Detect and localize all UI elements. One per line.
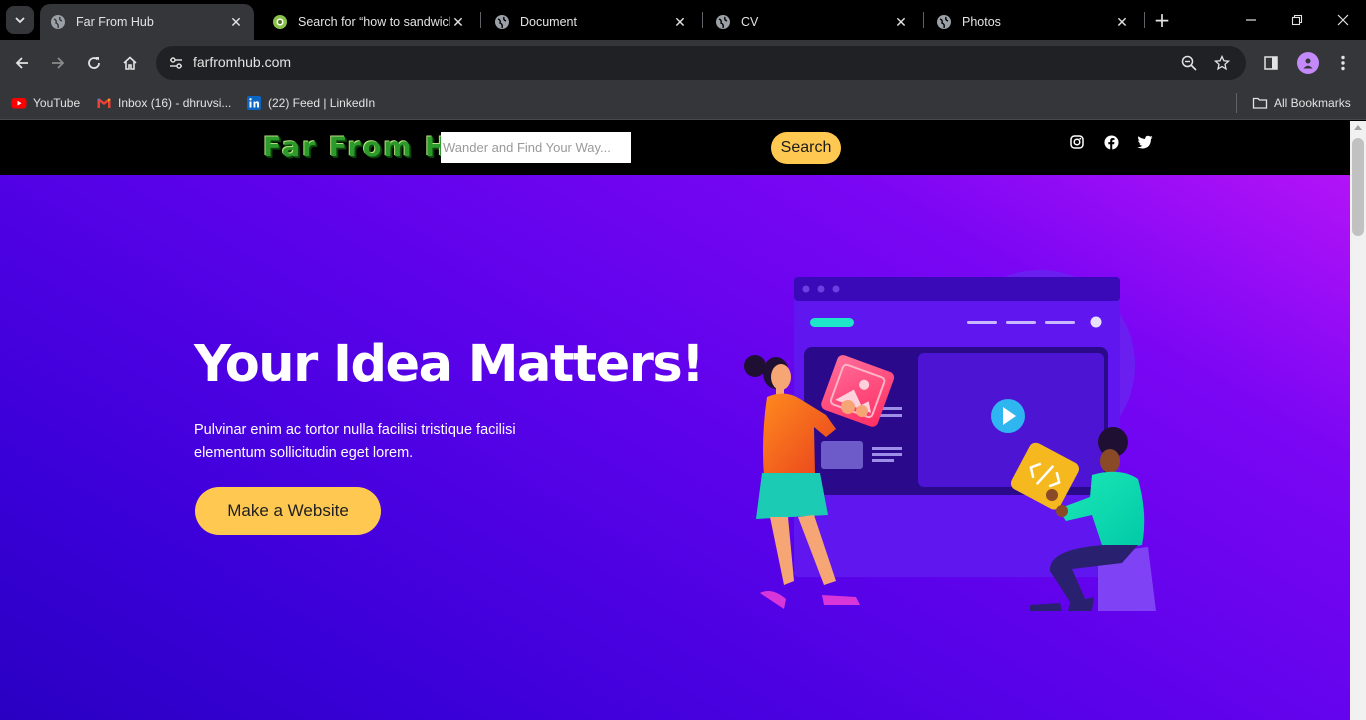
arrow-right-icon bbox=[52, 57, 65, 69]
url-text[interactable]: farfromhub.com bbox=[193, 54, 291, 70]
tab-far-from-hub[interactable]: Far From Hub ✕ bbox=[40, 4, 254, 40]
bookmark-label: Inbox (16) - dhruvsi... bbox=[118, 96, 232, 110]
close-tab-icon[interactable]: ✕ bbox=[228, 14, 244, 30]
tab-divider bbox=[702, 12, 703, 28]
tab-title: CV bbox=[741, 15, 759, 29]
close-tab-icon[interactable]: ✕ bbox=[450, 14, 466, 30]
browser-toolbar: farfromhub.com bbox=[0, 40, 1366, 86]
star-icon bbox=[1214, 55, 1230, 71]
page-viewport: Far From Hub Search Your Idea Matters! P… bbox=[0, 121, 1350, 720]
tab-search[interactable]: Search for “how to sandwich ✕ bbox=[262, 4, 476, 40]
bookmark-linkedin[interactable]: (22) Feed | LinkedIn bbox=[246, 93, 375, 113]
tab-divider bbox=[1144, 12, 1145, 28]
minimize-button[interactable] bbox=[1228, 0, 1274, 40]
tab-title: Far From Hub bbox=[76, 15, 154, 29]
tab-title: Photos bbox=[962, 15, 1001, 29]
tab-cv[interactable]: CV ✕ bbox=[705, 4, 919, 40]
profile-button[interactable] bbox=[1295, 50, 1321, 76]
tune-icon bbox=[170, 57, 182, 69]
globe-icon bbox=[716, 15, 730, 29]
search-favicon-icon bbox=[273, 15, 287, 29]
home-button[interactable] bbox=[116, 49, 144, 77]
side-panel-button[interactable] bbox=[1258, 50, 1284, 76]
close-tab-icon[interactable]: ✕ bbox=[1114, 14, 1130, 30]
zoom-button[interactable] bbox=[1178, 52, 1200, 74]
minimize-icon bbox=[1246, 19, 1256, 21]
zoom-out-icon bbox=[1181, 55, 1197, 71]
bookmark-gmail[interactable]: Inbox (16) - dhruvsi... bbox=[96, 93, 231, 113]
address-bar[interactable]: farfromhub.com bbox=[156, 46, 1246, 80]
youtube-icon bbox=[11, 98, 27, 109]
more-vert-icon bbox=[1341, 55, 1345, 71]
new-tab-button[interactable]: + bbox=[1150, 8, 1174, 32]
linkedin-icon bbox=[247, 96, 261, 110]
search-button[interactable]: Search bbox=[771, 132, 841, 164]
tab-divider bbox=[480, 12, 481, 28]
all-bookmarks-label: All Bookmarks bbox=[1274, 96, 1351, 110]
globe-icon bbox=[495, 15, 509, 29]
globe-icon bbox=[937, 15, 951, 29]
avatar bbox=[1297, 52, 1319, 74]
bookmark-label: YouTube bbox=[33, 96, 81, 110]
hero-illustration bbox=[744, 270, 1156, 611]
back-button[interactable] bbox=[8, 49, 36, 77]
arrow-left-icon bbox=[15, 57, 28, 69]
twitter-icon bbox=[1137, 135, 1153, 149]
tab-document[interactable]: Document ✕ bbox=[484, 4, 698, 40]
twitter-link[interactable] bbox=[1137, 134, 1153, 150]
chevron-down-icon bbox=[15, 17, 25, 24]
all-bookmarks-button[interactable]: All Bookmarks bbox=[1252, 93, 1351, 113]
globe-icon bbox=[51, 15, 65, 29]
close-icon bbox=[1337, 14, 1349, 26]
hero-description: Pulvinar enim ac tortor nulla facilisi t… bbox=[194, 422, 516, 461]
restore-icon bbox=[1291, 14, 1303, 26]
site-header: Far From Hub Search bbox=[0, 121, 1350, 175]
bookmark-star-button[interactable] bbox=[1211, 52, 1233, 74]
scrollbar-thumb[interactable] bbox=[1352, 138, 1364, 236]
side-panel-icon bbox=[1264, 56, 1278, 70]
hero-title: Your Idea Matters! bbox=[194, 335, 705, 394]
close-tab-icon[interactable]: ✕ bbox=[672, 14, 688, 30]
bookmarks-bar: YouTube Inbox (16) - dhruvsi... (22) Fee… bbox=[0, 86, 1366, 120]
facebook-icon bbox=[1103, 134, 1119, 150]
tab-title: Document bbox=[520, 15, 577, 29]
scrollbar[interactable] bbox=[1350, 121, 1366, 720]
menu-button[interactable] bbox=[1330, 50, 1356, 76]
gmail-icon bbox=[97, 98, 111, 108]
hero-section: Your Idea Matters! Pulvinar enim ac tort… bbox=[0, 175, 1350, 720]
bookmarks-divider bbox=[1236, 93, 1237, 113]
reload-icon bbox=[88, 57, 100, 69]
search-input[interactable] bbox=[441, 132, 631, 163]
tab-strip: Far From Hub ✕ Search for “how to sandwi… bbox=[0, 0, 1366, 40]
close-window-button[interactable] bbox=[1320, 0, 1366, 40]
bookmark-label: (22) Feed | LinkedIn bbox=[268, 96, 376, 110]
make-website-button[interactable]: Make a Website bbox=[195, 487, 381, 535]
site-info-button[interactable] bbox=[164, 51, 188, 75]
instagram-link[interactable] bbox=[1069, 134, 1085, 150]
reload-button[interactable] bbox=[80, 49, 108, 77]
scroll-up-arrow-icon[interactable] bbox=[1354, 125, 1362, 130]
forward-button[interactable] bbox=[44, 49, 72, 77]
tab-divider bbox=[923, 12, 924, 28]
folder-icon bbox=[1252, 97, 1268, 109]
bookmark-youtube[interactable]: YouTube bbox=[11, 93, 80, 113]
tab-photos[interactable]: Photos ✕ bbox=[926, 4, 1140, 40]
home-icon bbox=[123, 56, 137, 70]
restore-button[interactable] bbox=[1274, 0, 1320, 40]
facebook-link[interactable] bbox=[1103, 134, 1119, 150]
instagram-icon bbox=[1070, 135, 1084, 149]
person-icon bbox=[1303, 58, 1313, 69]
close-tab-icon[interactable]: ✕ bbox=[893, 14, 909, 30]
tab-title: Search for “how to sandwich bbox=[298, 15, 450, 29]
tab-search-button[interactable] bbox=[6, 6, 34, 34]
